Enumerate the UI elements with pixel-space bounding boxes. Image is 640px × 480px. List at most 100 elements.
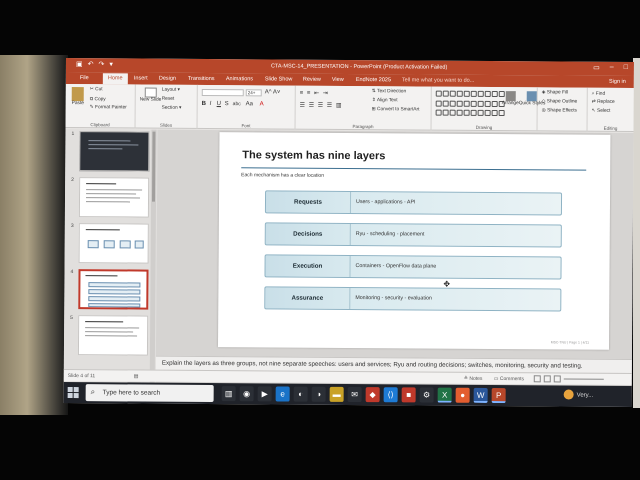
layer-box-assurance[interactable]: Assurance Monitoring - security - evalua…: [264, 286, 562, 312]
weather-text[interactable]: Very...: [577, 393, 594, 399]
font-name-box[interactable]: [201, 88, 244, 97]
thumbnail-slide-1[interactable]: 1: [65, 131, 157, 176]
new-slide-button[interactable]: New Slide: [140, 87, 162, 103]
copy-button[interactable]: ⧉ Copy: [90, 96, 106, 102]
shape-effects-button[interactable]: ◎ Shape Effects: [542, 108, 577, 113]
tab-animations[interactable]: Animations: [226, 76, 253, 82]
thumbnail-image: [78, 177, 150, 218]
speaker-notes[interactable]: Explain the layers as three groups, not …: [162, 360, 583, 370]
powerpoint-window: ▣ ↶ ↷ ▾ CTA-MSC-14_PRESENTATION - PowerP…: [63, 58, 634, 407]
drawing-group-label: Drawing: [475, 124, 493, 130]
slide-title[interactable]: The system has nine layers: [242, 149, 385, 162]
spellcheck-icon[interactable]: ▤: [134, 373, 139, 379]
tab-home[interactable]: Home: [102, 73, 128, 85]
replace-button[interactable]: ⇄ Replace: [592, 100, 615, 105]
powerpoint-icon[interactable]: P: [491, 387, 506, 404]
paste-button[interactable]: Paste: [72, 87, 84, 106]
minimize-icon[interactable]: –: [610, 64, 614, 72]
undo-icon[interactable]: ↶: [88, 60, 94, 68]
slide-count: Slide 4 of 11: [67, 373, 96, 380]
tab-transitions[interactable]: Transitions: [188, 76, 215, 82]
shapes-gallery[interactable]: [435, 90, 505, 119]
maximize-icon[interactable]: □: [624, 64, 628, 72]
slide-footer: MSC-TNU | Page 1 | 4/11: [550, 340, 590, 345]
layer-box-execution[interactable]: Execution Containers - OpenFlow data pla…: [264, 254, 562, 280]
weather-icon[interactable]: [563, 389, 574, 400]
convert-smartart-button[interactable]: ⊞ Convert to SmartArt: [372, 107, 420, 112]
align-buttons[interactable]: ☰ ☰ ☰ ☰ ▥: [300, 102, 343, 109]
strikethrough-button[interactable]: S: [225, 101, 229, 107]
word-icon[interactable]: W: [473, 387, 488, 403]
char-spacing-button[interactable]: abc: [233, 101, 241, 107]
layer-box-decisions[interactable]: Decisions Ryu - scheduling - placement: [264, 222, 562, 248]
arrange-button[interactable]: Arrange: [502, 91, 519, 106]
media-app-icon[interactable]: ■: [401, 387, 416, 403]
italic-button[interactable]: I: [210, 101, 212, 107]
thumbnail-slide-4[interactable]: 4: [64, 269, 156, 314]
settings-app-icon[interactable]: ⚙: [419, 387, 434, 403]
bold-button[interactable]: B: [202, 101, 206, 107]
tab-slide-show[interactable]: Slide Show: [265, 76, 293, 82]
replace-icon: ⇄: [591, 99, 596, 105]
customize-qat-icon[interactable]: ▾: [109, 60, 113, 68]
slide-sorter-icon[interactable]: [543, 375, 551, 383]
scrollbar-thumb[interactable]: [151, 131, 156, 202]
normal-view-icon[interactable]: [533, 375, 541, 383]
font-color-button[interactable]: A: [260, 101, 264, 107]
tab-endnote[interactable]: EndNote 2025: [356, 77, 391, 83]
underline-button[interactable]: U: [217, 101, 221, 107]
edge-browser-icon[interactable]: e: [275, 386, 290, 402]
shape-outline-button[interactable]: ◇ Shape Outline: [542, 99, 577, 104]
tab-design[interactable]: Design: [159, 76, 176, 82]
current-slide[interactable]: The system has nine layers Each mechanis…: [217, 132, 611, 350]
comments-button[interactable]: ▭ Comments: [494, 376, 524, 382]
save-icon[interactable]: ▣: [76, 60, 83, 68]
thumbnail-slide-2[interactable]: 2: [65, 177, 157, 222]
tab-view[interactable]: View: [332, 77, 344, 83]
tab-file[interactable]: File: [80, 75, 89, 81]
file-explorer-icon[interactable]: ▬: [329, 386, 344, 402]
format-painter-button[interactable]: ✎ Format Painter: [90, 105, 127, 110]
list-buttons[interactable]: ≡ ≡ ⇤ ⇥: [300, 90, 329, 97]
thumbnail-slide-5[interactable]: 5: [64, 315, 156, 360]
reset-button[interactable]: Reset: [162, 97, 175, 102]
chrome-profile-icon[interactable]: ◑: [311, 386, 326, 402]
select-button[interactable]: ↖ Select: [592, 109, 611, 114]
font-size-box[interactable]: 24+: [245, 89, 262, 97]
grow-font-button[interactable]: A^ A˅: [265, 89, 281, 95]
vscode-icon[interactable]: ⟨⟩: [383, 387, 398, 403]
tab-insert[interactable]: Insert: [134, 75, 148, 81]
shape-fill-button[interactable]: ◈ Shape Fill: [542, 90, 568, 95]
media-player-icon[interactable]: ▶: [257, 386, 272, 402]
cut-button[interactable]: ✂ Cut: [90, 87, 103, 92]
camera-app-icon[interactable]: ◉: [239, 386, 254, 402]
align-text-button[interactable]: ⇕ Align Text: [372, 98, 398, 103]
notes-button[interactable]: ≙ Notes: [464, 376, 483, 382]
layer-box-requests[interactable]: Requests Users - applications - API: [264, 190, 563, 216]
reset-label: Reset: [161, 96, 175, 102]
excel-icon[interactable]: X: [437, 387, 452, 403]
zoom-slider[interactable]: [563, 378, 604, 380]
task-view-icon[interactable]: ▥: [221, 386, 236, 402]
firefox-icon[interactable]: ●: [455, 387, 470, 403]
layout-button[interactable]: Layout ▾: [162, 88, 180, 93]
taskbar-search-box[interactable]: ⌕ Type here to search: [85, 384, 214, 403]
thumbnail-image: [78, 223, 149, 264]
tell-me-box[interactable]: Tell me what you want to do...: [402, 77, 475, 84]
tab-review[interactable]: Review: [303, 77, 321, 83]
brave-browser-icon[interactable]: ◆: [365, 387, 380, 403]
redo-icon[interactable]: ↷: [98, 60, 104, 68]
windows-start-icon[interactable]: [67, 387, 79, 399]
find-button[interactable]: ⌕ Find: [592, 91, 605, 97]
chrome-icon[interactable]: ◐: [293, 386, 308, 402]
slide-subtitle[interactable]: Each mechanism has a clear location: [241, 172, 324, 179]
reading-view-icon[interactable]: [553, 375, 561, 383]
section-button[interactable]: Section ▾: [162, 106, 182, 111]
sign-in-link[interactable]: Sign in: [609, 79, 626, 85]
ribbon-display-icon[interactable]: ▭: [593, 64, 600, 72]
change-case-button[interactable]: Aa: [246, 101, 253, 107]
text-direction-button[interactable]: ⇅ Text Direction: [372, 89, 406, 94]
thumbnail-slide-3[interactable]: 3: [65, 223, 157, 268]
mail-icon[interactable]: ✉: [347, 386, 362, 403]
move-cursor-icon: ✥: [443, 279, 451, 289]
